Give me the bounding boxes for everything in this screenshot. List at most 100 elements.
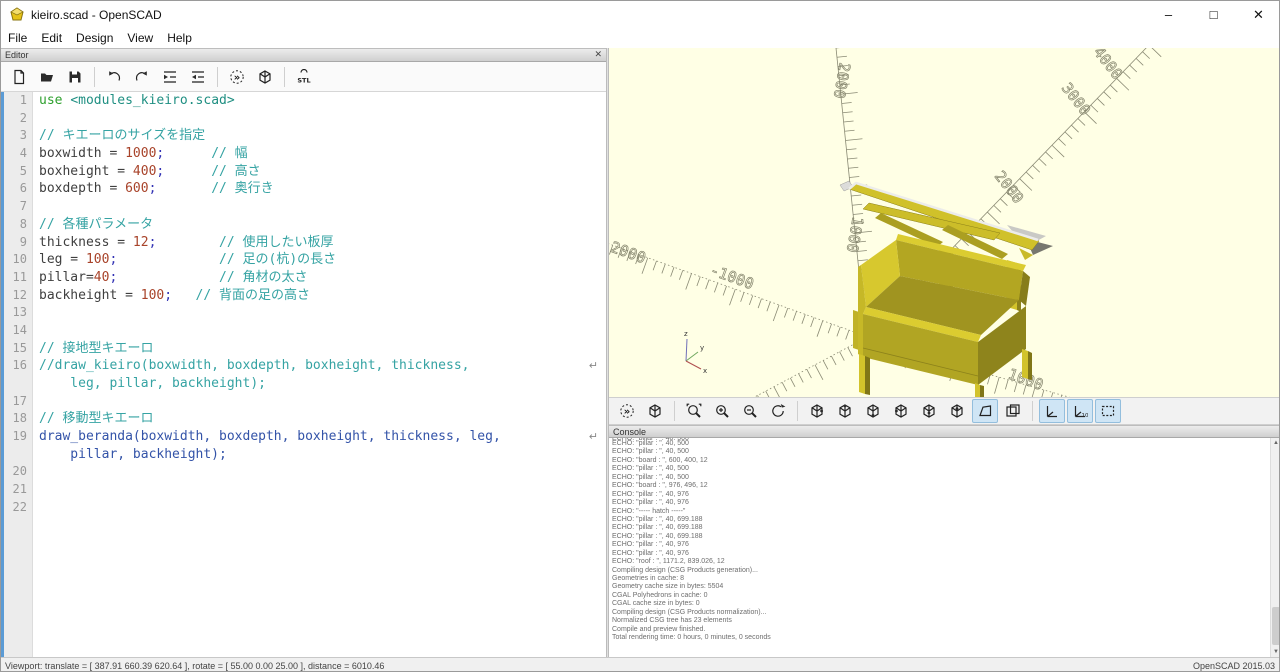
console-line: ECHO: "----- hatch -----" <box>609 508 1280 516</box>
code-line: boxheight = 400; // 高さ <box>33 163 606 181</box>
console-line: Compiling design (CSG Products normaliza… <box>609 609 1280 617</box>
scroll-thumb[interactable] <box>1272 607 1280 645</box>
code-line: //draw_kieiro(boxwidth, boxdepth, boxhei… <box>33 357 606 375</box>
editor-close-icon[interactable]: ✕ <box>594 49 602 60</box>
console-output[interactable]: ECHO: "pillar : ", 40, 500 ECHO: "pillar … <box>609 438 1280 657</box>
orthogonal-icon <box>1005 403 1021 419</box>
view-right-button[interactable] <box>804 399 830 423</box>
title-bar: kieiro.scad - OpenSCAD – □ ✕ <box>1 1 1280 29</box>
gizmo-y-label: y <box>700 344 704 352</box>
code-text[interactable]: use <modules_kieiro.scad> // キエーロのサイズを指定… <box>33 92 606 657</box>
undo-button[interactable] <box>101 65 127 89</box>
code-editor[interactable]: 12345678910111213141516 171819 202122 us… <box>1 92 606 657</box>
preview-button[interactable]: » <box>224 65 250 89</box>
zoom-in-icon <box>714 403 730 419</box>
view-top-icon <box>837 403 853 419</box>
toolbar-separator <box>217 67 218 87</box>
view-back-button[interactable] <box>944 399 970 423</box>
code-line: backheight = 100; // 背面の足の高さ <box>33 287 606 305</box>
console-line: ECHO: "pillar : ", 40, 500 <box>609 448 1280 456</box>
redo-button[interactable] <box>129 65 155 89</box>
new-file-icon <box>11 69 27 85</box>
zoom-out-icon <box>742 403 758 419</box>
line-wrap-icon: ↵ <box>589 357 598 375</box>
render-button[interactable] <box>642 399 668 423</box>
new-file-button[interactable] <box>6 65 32 89</box>
open-icon <box>39 69 55 85</box>
view-top-button[interactable] <box>832 399 858 423</box>
zoom-in-button[interactable] <box>709 399 735 423</box>
render-icon <box>257 69 273 85</box>
view-front-icon <box>921 403 937 419</box>
line-number: 21 <box>4 481 32 499</box>
console-line: ECHO: "pillar : ", 40, 500 <box>609 474 1280 482</box>
export-stl-button[interactable]: STL <box>291 65 317 89</box>
line-number <box>4 446 32 464</box>
console-scrollbar[interactable]: ▲ ▼ <box>1270 438 1280 657</box>
preview-button[interactable]: » <box>614 399 640 423</box>
menu-view[interactable]: View <box>120 29 160 48</box>
zoom-all-button[interactable] <box>681 399 707 423</box>
console-line: Compile and preview finished. <box>609 626 1280 634</box>
code-line <box>33 322 606 340</box>
view-bottom-button[interactable] <box>860 399 886 423</box>
scroll-up-icon[interactable]: ▲ <box>1271 438 1280 448</box>
line-number: 14 <box>4 322 32 340</box>
line-number: 8 <box>4 216 32 234</box>
editor-panel-header[interactable]: Editor ✕ <box>1 48 606 62</box>
show-edges-button[interactable] <box>1095 399 1121 423</box>
view-front-button[interactable] <box>916 399 942 423</box>
perspective-button[interactable] <box>972 399 998 423</box>
menu-file[interactable]: File <box>1 29 34 48</box>
menu-edit[interactable]: Edit <box>34 29 69 48</box>
zoom-all-icon <box>686 403 702 419</box>
unindent-button[interactable] <box>185 65 211 89</box>
indent-button[interactable] <box>157 65 183 89</box>
console-line: CGAL cache size in bytes: 0 <box>609 600 1280 608</box>
line-number: 15 <box>4 340 32 358</box>
console-line: Normalized CSG tree has 23 elements <box>609 617 1280 625</box>
show-scale-icon: 10 <box>1072 403 1088 419</box>
show-axes-button[interactable] <box>1039 399 1065 423</box>
scroll-down-icon[interactable]: ▼ <box>1271 647 1280 657</box>
close-button[interactable]: ✕ <box>1236 1 1280 29</box>
line-number: 17 <box>4 393 32 411</box>
console-line: ECHO: "pillar : ", 40, 976 <box>609 541 1280 549</box>
reset-view-button[interactable] <box>765 399 791 423</box>
console-panel-header[interactable]: Console <box>609 425 1280 438</box>
line-number: 12 <box>4 287 32 305</box>
console-line: Geometry cache size in bytes: 5504 <box>609 583 1280 591</box>
line-number: 3 <box>4 127 32 145</box>
save-button[interactable] <box>62 65 88 89</box>
viewport-3d[interactable]: 20001000200030004000-2000-10001000 <box>609 48 1280 397</box>
render-button[interactable] <box>252 65 278 89</box>
code-line: // 移動型キエーロ <box>33 410 606 428</box>
gizmo-z-label: z <box>684 330 688 338</box>
console-line: Compiling design (CSG Products generatio… <box>609 567 1280 575</box>
menu-design[interactable]: Design <box>69 29 120 48</box>
status-bar: Viewport: translate = [ 387.91 660.39 62… <box>1 657 1280 672</box>
toolbar-separator <box>1032 401 1033 421</box>
line-number-gutter: 12345678910111213141516 171819 202122 <box>4 92 33 657</box>
menu-help[interactable]: Help <box>160 29 199 48</box>
maximize-button[interactable]: □ <box>1191 1 1236 29</box>
console-line: ECHO: "pillar : ", 40, 976 <box>609 499 1280 507</box>
orthogonal-button[interactable] <box>1000 399 1026 423</box>
leg-back-right <box>1022 349 1028 379</box>
window-title: kieiro.scad - OpenSCAD <box>31 8 162 22</box>
line-number: 13 <box>4 304 32 322</box>
svg-text:STL: STL <box>297 76 310 84</box>
code-line: leg = 100; // 足の(杭)の長さ <box>33 251 606 269</box>
zoom-out-button[interactable] <box>737 399 763 423</box>
reset-view-icon <box>770 403 786 419</box>
open-button[interactable] <box>34 65 60 89</box>
toolbar-separator <box>797 401 798 421</box>
console-line: ECHO: "pillar : ", 40, 699.188 <box>609 524 1280 532</box>
line-number: 2 <box>4 110 32 128</box>
gizmo-x-label: x <box>703 367 707 375</box>
view-left-button[interactable] <box>888 399 914 423</box>
toolbar-separator <box>284 67 285 87</box>
show-scale-button[interactable]: 10 <box>1067 399 1093 423</box>
code-line <box>33 463 606 481</box>
minimize-button[interactable]: – <box>1146 1 1191 29</box>
